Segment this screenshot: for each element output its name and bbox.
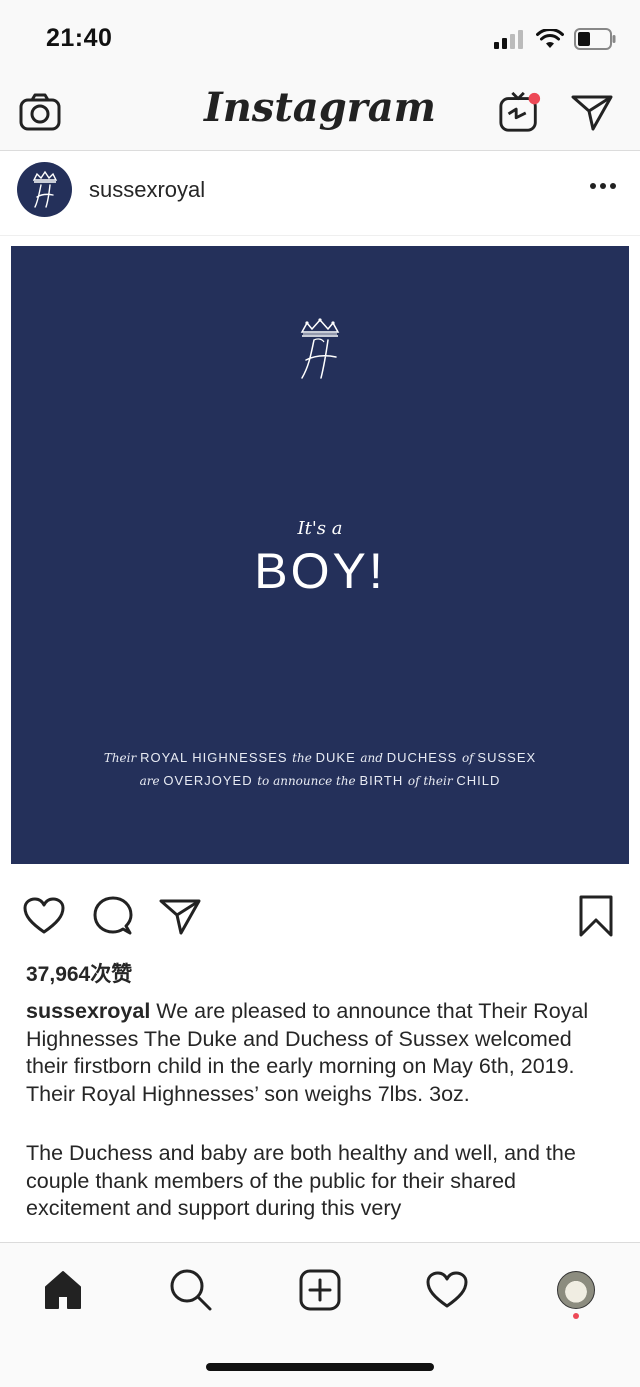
- direct-message-icon: [571, 95, 613, 131]
- more-options-button[interactable]: [588, 171, 618, 201]
- image-footer-segment: Their: [103, 751, 141, 765]
- home-icon: [45, 1271, 81, 1309]
- royal-monogram-icon: [32, 170, 57, 208]
- share-button[interactable]: [158, 894, 202, 938]
- igtv-button[interactable]: [498, 90, 542, 134]
- tab-home[interactable]: [38, 1265, 88, 1315]
- status-bar: 21:40: [0, 0, 640, 76]
- image-footer-segment: SUSSEX: [477, 750, 537, 765]
- post-actions: [0, 880, 640, 952]
- image-footer-segment: to announce the: [257, 774, 360, 788]
- search-icon: [170, 1269, 212, 1311]
- tab-activity[interactable]: [422, 1265, 472, 1315]
- instagram-logo: Instagram: [204, 84, 436, 131]
- home-indicator[interactable]: [206, 1363, 434, 1371]
- profile-notification-dot: [573, 1313, 579, 1319]
- post-caption: sussexroyal We are pleased to announce t…: [26, 998, 618, 1223]
- bookmark-icon: [579, 895, 613, 937]
- tab-new-post[interactable]: [295, 1265, 345, 1315]
- post-header: sussexroyal: [0, 151, 640, 236]
- image-footer-segment: DUCHESS: [386, 750, 462, 765]
- image-footer-segment: OVERJOYED: [163, 773, 258, 788]
- activity-heart-icon: [426, 1271, 468, 1308]
- image-footer-segment: are: [139, 774, 164, 788]
- like-button[interactable]: [22, 894, 66, 938]
- image-headline: BOY!: [254, 543, 386, 599]
- cellular-signal-icon: [494, 30, 523, 49]
- image-footer-line-2: are OVERJOYED to announce the BIRTH of t…: [11, 773, 629, 788]
- image-footer-segment: CHILD: [456, 773, 501, 788]
- image-footer-segment: DUKE: [315, 750, 361, 765]
- caption-paragraph-1: sussexroyal We are pleased to announce t…: [26, 998, 618, 1108]
- app-header: Instagram: [0, 76, 640, 151]
- battery-icon: [574, 28, 616, 50]
- post-username[interactable]: sussexroyal: [89, 177, 205, 203]
- image-line-small: It's a: [297, 518, 343, 539]
- comment-icon: [93, 896, 133, 935]
- tab-profile[interactable]: [551, 1265, 601, 1315]
- add-post-icon: [299, 1269, 341, 1311]
- status-time: 21:40: [46, 24, 113, 52]
- image-footer-segment: ROYAL HIGHNESSES: [140, 750, 293, 765]
- image-footer-segment: of: [461, 751, 478, 765]
- image-footer-segment: and: [360, 751, 387, 765]
- post-image[interactable]: It's a BOY! Their ROYAL HIGHNESSES the D…: [11, 246, 629, 864]
- royal-cypher-logo: [300, 318, 340, 379]
- share-icon: [159, 899, 201, 935]
- bookmark-button[interactable]: [574, 894, 618, 938]
- comment-button[interactable]: [91, 894, 135, 938]
- avatar[interactable]: [17, 162, 72, 217]
- more-options-icon: [590, 183, 616, 189]
- status-icons: [494, 28, 616, 50]
- image-footer-segment: BIRTH: [359, 773, 408, 788]
- image-footer-line-1: Their ROYAL HIGHNESSES the DUKE and DUCH…: [11, 750, 629, 765]
- caption-paragraph-2: The Duchess and baby are both healthy an…: [26, 1141, 576, 1220]
- direct-message-button[interactable]: [570, 90, 614, 134]
- wifi-icon: [536, 29, 564, 48]
- heart-icon: [23, 897, 65, 934]
- like-count[interactable]: 37,964次赞: [26, 958, 132, 988]
- igtv-icon: [499, 91, 541, 132]
- image-footer-segment: the: [292, 751, 316, 765]
- tab-search[interactable]: [166, 1265, 216, 1315]
- profile-avatar: [557, 1271, 595, 1309]
- image-footer-segment: of their: [407, 774, 457, 788]
- caption-username[interactable]: sussexroyal: [26, 999, 150, 1023]
